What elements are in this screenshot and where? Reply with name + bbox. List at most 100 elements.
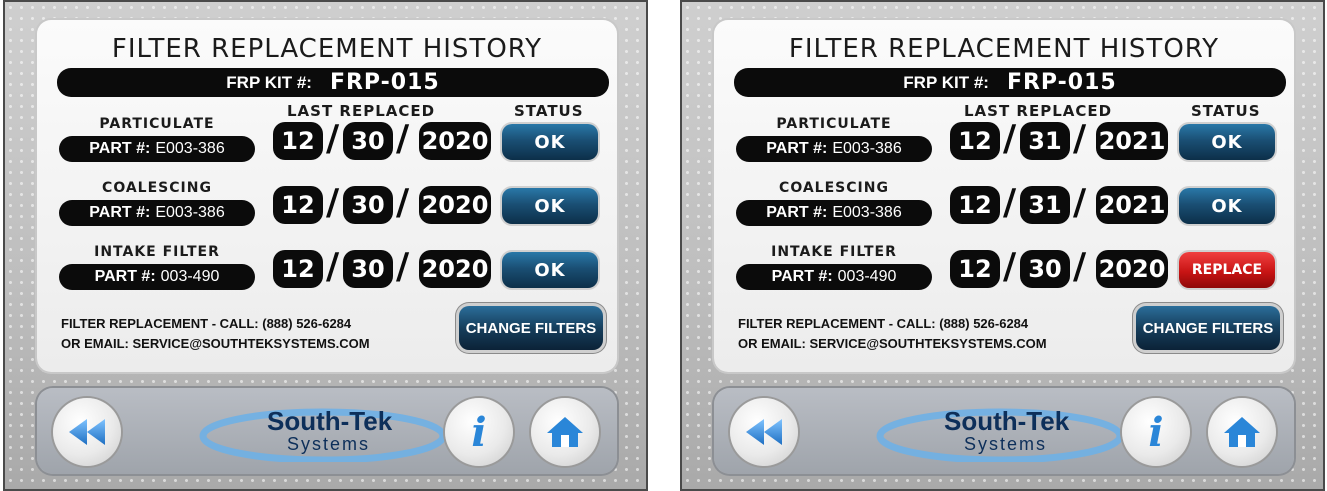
part-label: PART #:	[94, 268, 156, 285]
filter-name: INTAKE FILTER	[771, 244, 897, 260]
filter-row-coalescing: COALESCING PART #: E003-386 12 / 31 / 20…	[714, 180, 1294, 244]
month-field[interactable]: 12	[950, 122, 1000, 160]
status-button[interactable]: OK	[1179, 124, 1275, 160]
info-button[interactable]: i	[445, 398, 513, 466]
day-field[interactable]: 31	[1020, 122, 1070, 160]
logo-text-sub: Systems	[287, 434, 371, 454]
filter-row-coalescing: COALESCING PART #: E003-386 12 / 30 / 20…	[37, 180, 617, 244]
filter-name: COALESCING	[779, 180, 889, 196]
date-separator: /	[1003, 246, 1017, 287]
part-label: PART #:	[766, 140, 828, 157]
month-field[interactable]: 12	[950, 186, 1000, 224]
info-icon: i	[471, 408, 487, 456]
part-label: PART #:	[766, 204, 828, 221]
status-button[interactable]: OK	[1179, 188, 1275, 224]
part-value: E003-386	[155, 140, 225, 157]
part-number-pill: PART #: E003-386	[736, 136, 932, 162]
replace-status-button[interactable]: REPLACE	[1179, 252, 1275, 288]
date-separator: /	[396, 118, 410, 159]
frp-kit-value: FRP-015	[329, 70, 440, 95]
year-field[interactable]: 2021	[1096, 122, 1168, 160]
part-label: PART #:	[771, 268, 833, 285]
day-field[interactable]: 31	[1020, 186, 1070, 224]
home-button[interactable]	[531, 398, 599, 466]
logo-text-main: South-Tek	[944, 406, 1070, 436]
rewind-icon	[69, 419, 105, 445]
screen-panel: FILTER REPLACEMENT HISTORY FRP KIT #: FR…	[3, 0, 648, 491]
status-header: STATUS	[514, 102, 584, 120]
home-icon	[1224, 417, 1260, 447]
status-header: STATUS	[1191, 102, 1261, 120]
contact-email: OR EMAIL: SERVICE@SOUTHTEKSYSTEMS.COM	[61, 336, 370, 351]
logo-text-main: South-Tek	[267, 406, 393, 436]
change-filters-button[interactable]: CHANGE FILTERS	[459, 306, 603, 350]
filter-name: INTAKE FILTER	[94, 244, 220, 260]
contact-info: FILTER REPLACEMENT - CALL: (888) 526-628…	[61, 314, 370, 354]
status-button[interactable]: OK	[502, 252, 598, 288]
date-separator: /	[1003, 182, 1017, 223]
last-replaced-header: LAST REPLACED	[964, 102, 1113, 120]
date-separator: /	[1073, 246, 1087, 287]
bottom-nav-bar: South-Tek Systems i	[714, 388, 1294, 474]
date-separator: /	[396, 246, 410, 287]
part-value: 003-490	[160, 268, 220, 285]
page-title: FILTER REPLACEMENT HISTORY	[111, 34, 543, 64]
date-separator: /	[1003, 118, 1017, 159]
year-field[interactable]: 2021	[1096, 186, 1168, 224]
filter-history-card: FILTER REPLACEMENT HISTORY FRP KIT #: FR…	[37, 20, 617, 372]
contact-phone: FILTER REPLACEMENT - CALL: (888) 526-628…	[61, 316, 352, 331]
month-field[interactable]: 12	[273, 122, 323, 160]
home-button[interactable]	[1208, 398, 1276, 466]
date-separator: /	[326, 182, 340, 223]
day-field[interactable]: 30	[343, 250, 393, 288]
part-value: E003-386	[832, 204, 902, 221]
filter-row-intake: INTAKE FILTER PART #: 003-490 12 / 30 / …	[37, 244, 617, 308]
south-tek-logo: South-Tek Systems	[872, 396, 1122, 466]
filter-row-intake: INTAKE FILTER PART #: 003-490 12 / 30 / …	[714, 244, 1294, 308]
part-number-pill: PART #: E003-386	[59, 200, 255, 226]
status-button[interactable]: OK	[502, 124, 598, 160]
contact-info: FILTER REPLACEMENT - CALL: (888) 526-628…	[738, 314, 1047, 354]
part-number-pill: PART #: E003-386	[736, 200, 932, 226]
frp-kit-bar: FRP KIT #: FRP-015	[734, 68, 1286, 97]
filter-row-particulate: PARTICULATE PART #: E003-386 12 / 30 / 2…	[37, 116, 617, 180]
month-field[interactable]: 12	[273, 250, 323, 288]
part-value: E003-386	[832, 140, 902, 157]
contact-email: OR EMAIL: SERVICE@SOUTHTEKSYSTEMS.COM	[738, 336, 1047, 351]
bottom-nav-bar: South-Tek Systems i	[37, 388, 617, 474]
month-field[interactable]: 12	[950, 250, 1000, 288]
month-field[interactable]: 12	[273, 186, 323, 224]
status-button[interactable]: OK	[502, 188, 598, 224]
date-separator: /	[1073, 118, 1087, 159]
year-field[interactable]: 2020	[419, 250, 491, 288]
day-field[interactable]: 30	[343, 122, 393, 160]
page-title: FILTER REPLACEMENT HISTORY	[788, 34, 1220, 64]
back-button[interactable]	[730, 398, 798, 466]
year-field[interactable]: 2020	[419, 122, 491, 160]
day-field[interactable]: 30	[1020, 250, 1070, 288]
rewind-icon	[746, 419, 782, 445]
filter-row-particulate: PARTICULATE PART #: E003-386 12 / 31 / 2…	[714, 116, 1294, 180]
part-number-pill: PART #: E003-386	[59, 136, 255, 162]
frp-kit-label: FRP KIT #:	[226, 72, 312, 92]
contact-phone: FILTER REPLACEMENT - CALL: (888) 526-628…	[738, 316, 1029, 331]
frp-kit-label: FRP KIT #:	[903, 72, 989, 92]
info-button[interactable]: i	[1122, 398, 1190, 466]
part-label: PART #:	[89, 140, 151, 157]
frp-kit-value: FRP-015	[1006, 70, 1117, 95]
part-value: E003-386	[155, 204, 225, 221]
part-number-pill: PART #: 003-490	[736, 264, 932, 290]
day-field[interactable]: 30	[343, 186, 393, 224]
screen-panel: FILTER REPLACEMENT HISTORY FRP KIT #: FR…	[680, 0, 1325, 491]
frp-kit-bar: FRP KIT #: FRP-015	[57, 68, 609, 97]
change-filters-button[interactable]: CHANGE FILTERS	[1136, 306, 1280, 350]
last-replaced-header: LAST REPLACED	[287, 102, 436, 120]
filter-history-card: FILTER REPLACEMENT HISTORY FRP KIT #: FR…	[714, 20, 1294, 372]
part-value: 003-490	[837, 268, 897, 285]
filter-name: PARTICULATE	[776, 116, 892, 132]
year-field[interactable]: 2020	[419, 186, 491, 224]
back-button[interactable]	[53, 398, 121, 466]
filter-name: COALESCING	[102, 180, 212, 196]
year-field[interactable]: 2020	[1096, 250, 1168, 288]
logo-text-sub: Systems	[964, 434, 1048, 454]
